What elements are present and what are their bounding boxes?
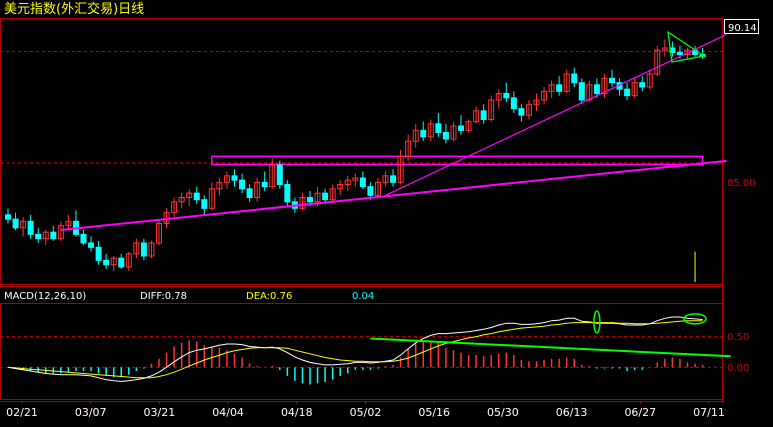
candle-body [390,175,397,183]
chart-title: 美元指数(外汇交易)日线 [4,1,144,17]
macd-diff-label: DIFF:0.78 [140,291,187,302]
candle-body [261,181,268,188]
candle-body [95,246,102,261]
price-panel-frame [0,18,723,285]
candle-body [359,177,366,188]
candle-body [420,129,427,138]
candle-body [231,175,238,181]
chart-container[interactable]: 美元指数(外汇交易)日线 90.14 85.00 MACD(12,26,10) … [0,0,773,423]
candle-body [246,188,253,198]
candle-body [458,125,464,131]
candle-body [140,242,147,257]
candle-body [118,257,125,268]
x-tick-label: 05/30 [487,406,519,419]
x-tick-label: 07/11 [693,406,725,419]
candle-body [503,93,510,99]
x-tick-label: 04/18 [281,406,313,419]
macd-dea-label: DEA:0.76 [246,291,292,302]
macd-divergence-line [370,337,731,358]
rising-trendline [385,33,727,196]
candle-body [103,259,110,266]
candle-body [50,231,57,240]
candle-body [556,84,563,92]
price-label-box: 90.14 [724,19,759,34]
candle-body [35,233,42,240]
candle-body [80,233,87,244]
candle-body [480,110,487,121]
x-tick-label: 04/04 [212,406,244,419]
candle-body [239,179,246,190]
macd-value-label: 0.04 [352,291,374,302]
candle-body [435,123,442,134]
support-trendline [60,159,727,231]
candle-body [593,84,600,95]
candle-body [510,97,517,110]
x-tick-label: 05/02 [350,406,382,419]
macd-layer [0,310,731,385]
x-tick-label: 06/27 [624,406,656,419]
candle-body [367,186,374,196]
x-tick-label: 02/21 [6,406,38,419]
macd-peak-ellipse [593,310,601,334]
candle-body [676,51,683,55]
candle-body [624,88,631,97]
x-tick-label: 05/16 [418,406,450,419]
level-85-label: 85.00 [727,178,756,189]
candle-body [609,77,615,84]
candle-body [27,220,34,235]
price-candles-layer [0,30,727,282]
x-axis-labels: 02/21 03/07 03/21 04/04 04/18 05/02 05/16 05/30… [6,401,725,419]
candle-body [276,164,283,185]
macd-indicator-label: MACD(12,26,10) [4,291,86,302]
x-tick-label: 03/07 [75,406,107,419]
macd-level-zero-label: 0.00 [727,363,749,374]
x-tick-label: 03/21 [144,406,176,419]
candle-body [5,214,11,220]
candle-body [571,73,578,84]
candle-body [442,132,449,140]
candle-body [578,82,585,101]
candle-body [639,82,646,88]
candle-body [193,192,200,201]
candle-body [12,218,19,229]
candle-body [201,199,208,209]
pennant-triangle [667,30,706,63]
current-price-label: 90.14 [728,23,757,34]
candle-body [88,242,95,248]
x-tick-label: 06/13 [556,406,588,419]
candle-body [518,108,525,116]
chart-svg[interactable]: 美元指数(外汇交易)日线 90.14 85.00 MACD(12,26,10) … [0,0,773,423]
macd-level-high-label: 0.50 [727,332,749,343]
candle-body [284,184,291,203]
candle-body [322,192,329,201]
candle-body [307,197,313,203]
